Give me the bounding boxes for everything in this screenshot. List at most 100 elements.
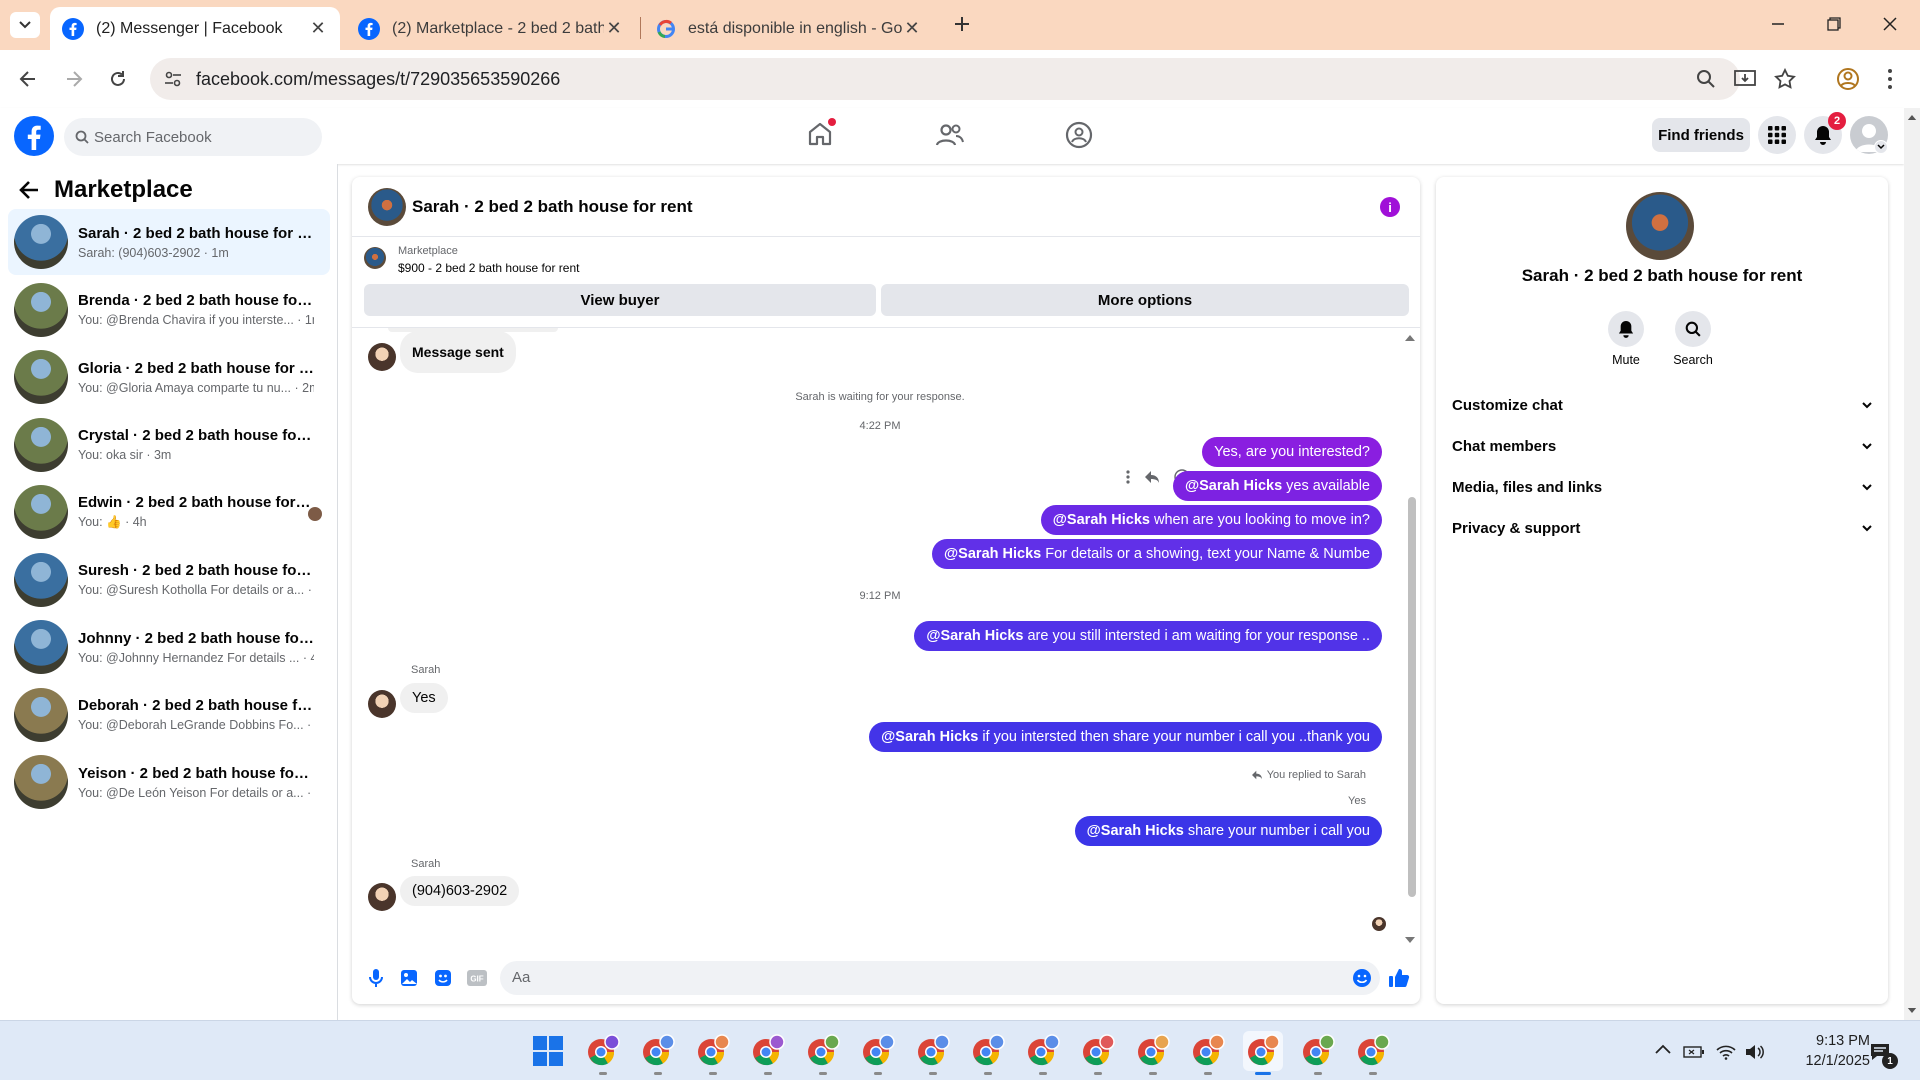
chrome-profile-app[interactable]	[638, 1031, 678, 1075]
close-tab-icon[interactable]: ✕	[604, 18, 624, 39]
zoom-icon[interactable]	[1696, 69, 1716, 89]
outgoing-message[interactable]: @Sarah Hicks are you still intersted i am…	[914, 621, 1382, 651]
reload-button[interactable]	[102, 63, 134, 95]
arrow-left-icon[interactable]	[18, 180, 40, 200]
facebook-logo-icon[interactable]	[14, 116, 54, 156]
mute-button[interactable]: Mute	[1596, 311, 1656, 367]
incoming-message[interactable]: Yes	[400, 683, 448, 713]
chrome-profile-app[interactable]	[1298, 1031, 1338, 1075]
close-tab-icon[interactable]: ✕	[308, 18, 328, 39]
outgoing-message[interactable]: @Sarah Hicks For details or a showing, te…	[932, 539, 1382, 569]
scroll-up-icon[interactable]	[1907, 114, 1917, 121]
like-send-button[interactable]	[1388, 967, 1410, 989]
conversation-item[interactable]: Brenda · 2 bed 2 bath house for rent You:…	[8, 277, 330, 343]
chrome-profile-app[interactable]	[1078, 1031, 1118, 1075]
new-tab-button[interactable]	[948, 10, 976, 38]
view-buyer-button[interactable]: View buyer	[364, 284, 876, 316]
conversation-item[interactable]: Gloria · 2 bed 2 bath house for rent You:…	[8, 344, 330, 410]
menu-button[interactable]	[1758, 116, 1796, 154]
bookmark-star-icon[interactable]	[1774, 68, 1796, 90]
conversation-item[interactable]: Suresh · 2 bed 2 bath house for rent You:…	[8, 547, 330, 613]
back-button[interactable]	[12, 63, 44, 95]
page-scrollbar[interactable]	[1904, 108, 1920, 1020]
chrome-profile-app[interactable]	[693, 1031, 733, 1075]
mention[interactable]: @Sarah Hicks	[1087, 823, 1184, 839]
chrome-profile-app[interactable]	[1133, 1031, 1173, 1075]
tab-marketplace[interactable]: (2) Marketplace - 2 bed 2 bath ✕	[346, 7, 636, 50]
details-avatar[interactable]	[1626, 192, 1694, 260]
chrome-profile-app[interactable]	[968, 1031, 1008, 1075]
tab-google[interactable]: está disponible in english - Goo ✕	[644, 7, 934, 50]
attach-photo-button[interactable]	[398, 967, 420, 989]
conversation-item[interactable]: Sarah · 2 bed 2 bath house for rent Sarah…	[8, 209, 330, 275]
chrome-profile-app[interactable]	[583, 1031, 623, 1075]
chrome-profile-app[interactable]	[858, 1031, 898, 1075]
close-window-button[interactable]	[1870, 8, 1910, 40]
restore-button[interactable]	[1814, 8, 1854, 40]
message-input[interactable]: Aa	[500, 961, 1380, 995]
outgoing-message[interactable]: @Sarah Hicks when are you looking to move…	[1040, 505, 1382, 535]
chat-title[interactable]: Sarah · 2 bed 2 bath house for rent	[412, 197, 693, 217]
accordion-media-files[interactable]: Media, files and links	[1452, 467, 1872, 507]
battery-tray[interactable]	[1683, 1041, 1705, 1063]
outgoing-message[interactable]: @Sarah Hicks yes available	[1173, 471, 1382, 501]
forward-button[interactable]	[58, 63, 90, 95]
outgoing-message[interactable]: @Sarah Hicks share your number i call yo…	[1074, 816, 1382, 846]
mention[interactable]: @Sarah Hicks	[944, 546, 1041, 562]
friends-nav-button[interactable]	[935, 121, 965, 149]
scroll-down-icon[interactable]	[1907, 1007, 1917, 1014]
chrome-profile-app[interactable]	[1353, 1031, 1393, 1075]
emoji-icon[interactable]	[1352, 968, 1372, 988]
outgoing-message[interactable]: @Sarah Hicks if you intersted then share …	[869, 722, 1382, 752]
message-sent-bubble[interactable]: Message sent	[400, 331, 516, 373]
install-app-icon[interactable]	[1734, 69, 1756, 89]
chrome-profile-app[interactable]	[748, 1031, 788, 1075]
close-tab-icon[interactable]: ✕	[902, 18, 922, 39]
site-settings-icon[interactable]	[164, 70, 182, 88]
address-bar[interactable]: facebook.com/messages/t/729035653590266	[150, 58, 1740, 100]
tab-messenger[interactable]: (2) Messenger | Facebook ✕	[50, 7, 340, 50]
more-vertical-icon[interactable]	[1126, 470, 1130, 484]
conversation-item[interactable]: Johnny · 2 bed 2 bath house for rent You:…	[8, 614, 330, 680]
facebook-search-input[interactable]: Search Facebook	[64, 118, 322, 156]
conversation-item[interactable]: Crystal · 2 bed 2 bath house for rent You…	[8, 412, 330, 478]
mention[interactable]: @Sarah Hicks	[1053, 512, 1150, 528]
wifi-tray[interactable]	[1715, 1041, 1737, 1063]
scroll-up-icon[interactable]	[1404, 334, 1416, 342]
chrome-profile-app[interactable]	[803, 1031, 843, 1075]
chrome-profile-app[interactable]	[913, 1031, 953, 1075]
voice-clip-button[interactable]	[365, 967, 387, 989]
accordion-customize-chat[interactable]: Customize chat	[1452, 385, 1872, 425]
chat-scrollbar[interactable]	[1408, 497, 1416, 897]
account-chevron[interactable]	[1874, 140, 1888, 154]
start-button[interactable]	[528, 1031, 568, 1071]
profile-icon[interactable]	[1836, 67, 1860, 91]
info-icon[interactable]: i	[1380, 197, 1400, 217]
chat-avatar[interactable]	[368, 188, 406, 226]
accordion-privacy-support[interactable]: Privacy & support	[1452, 508, 1872, 548]
conversation-item[interactable]: Edwin · 2 bed 2 bath house for r... You: …	[8, 479, 330, 545]
more-menu-icon[interactable]	[1886, 67, 1894, 91]
chrome-profile-app[interactable]	[1023, 1031, 1063, 1075]
system-clock[interactable]: 9:13 PM 12/1/2025	[1760, 1031, 1870, 1071]
chrome-profile-app[interactable]	[1188, 1031, 1228, 1075]
mention[interactable]: @Sarah Hicks	[881, 729, 978, 745]
find-friends-button[interactable]: Find friends	[1652, 118, 1750, 152]
search-in-chat-button[interactable]: Search	[1663, 311, 1723, 367]
home-nav-button[interactable]	[806, 118, 838, 152]
outgoing-message[interactable]: Yes, are you interested?	[1202, 437, 1382, 467]
reply-icon[interactable]	[1144, 470, 1160, 484]
more-options-button[interactable]: More options	[881, 284, 1409, 316]
scroll-down-icon[interactable]	[1404, 936, 1416, 944]
groups-nav-button[interactable]	[1064, 120, 1094, 150]
sticker-button[interactable]	[432, 967, 454, 989]
mention[interactable]: @Sarah Hicks	[926, 628, 1023, 644]
chevron-up-icon[interactable]	[1655, 1044, 1671, 1054]
gif-button[interactable]: GIF	[466, 967, 488, 989]
incoming-message[interactable]: (904)603-2902	[400, 876, 520, 906]
accordion-chat-members[interactable]: Chat members	[1452, 426, 1872, 466]
tab-search-button[interactable]	[10, 12, 40, 38]
reply-quote[interactable]: Yes	[1348, 795, 1366, 807]
minimize-button[interactable]	[1758, 8, 1798, 40]
mention[interactable]: @Sarah Hicks	[1185, 478, 1282, 494]
